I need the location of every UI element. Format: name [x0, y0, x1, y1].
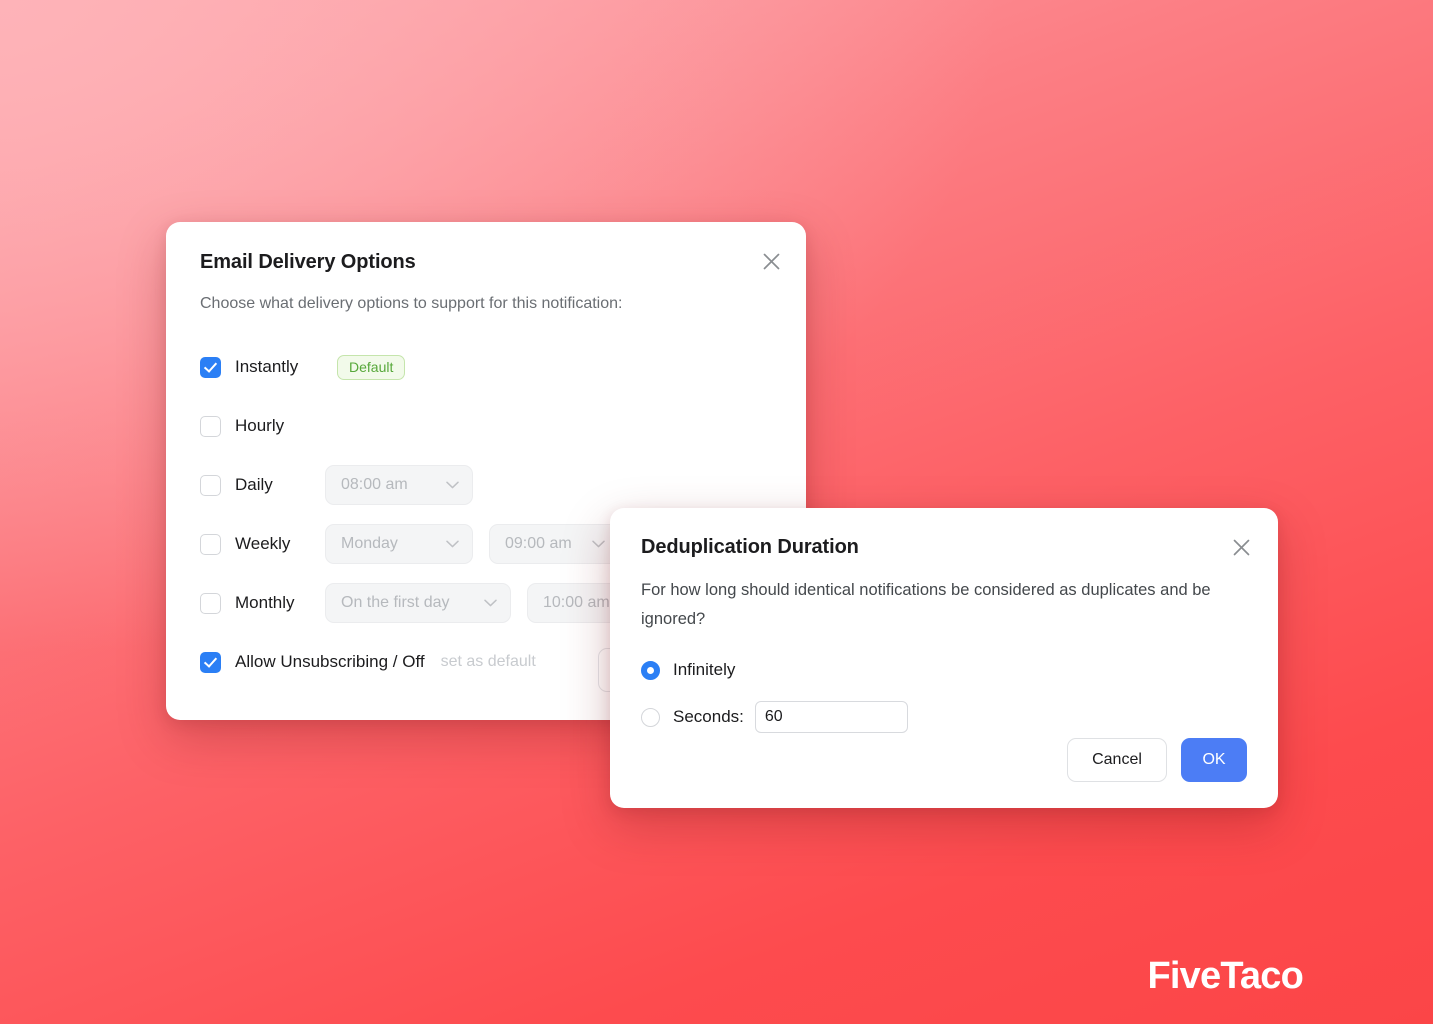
deduplication-duration-dialog: Deduplication Duration For how long shou…: [610, 508, 1278, 808]
dedup-radio-group: Infinitely Seconds:: [641, 653, 908, 747]
select-weekly-day[interactable]: Monday: [325, 524, 473, 564]
option-label-hourly: Hourly: [235, 416, 285, 435]
chevron-down-icon: [446, 535, 459, 553]
select-weekly-day-value: Monday: [341, 535, 398, 552]
dedup-dialog-actions: Cancel OK: [1067, 738, 1247, 782]
select-monthly-day[interactable]: On the first day: [325, 583, 511, 623]
fivetaco-watermark: FiveTaco: [1147, 955, 1303, 997]
cancel-button[interactable]: Cancel: [1067, 738, 1167, 782]
option-label-weekly: Weekly: [235, 534, 291, 553]
option-label-monthly: Monthly: [235, 593, 295, 612]
email-dialog-title: Email Delivery Options: [200, 251, 416, 273]
option-row-daily: Daily 08:00 am: [200, 463, 780, 507]
checkbox-monthly[interactable]: [200, 592, 221, 614]
radio-label-seconds: Seconds:: [673, 707, 744, 726]
option-label-daily: Daily: [235, 475, 273, 494]
status-badge-default: Default: [337, 354, 406, 380]
seconds-input[interactable]: [754, 701, 908, 733]
option-row-hourly: Hourly: [200, 404, 780, 448]
checkbox-hourly[interactable]: [200, 415, 221, 437]
select-monthly-day-value: On the first day: [341, 594, 450, 611]
chevron-down-icon: [592, 535, 605, 553]
close-icon[interactable]: [1226, 532, 1256, 562]
checkbox-daily[interactable]: [200, 474, 221, 496]
set-as-default-link[interactable]: set as default: [441, 653, 536, 671]
radio-infinitely[interactable]: [641, 660, 660, 680]
radio-row-seconds: Seconds:: [641, 700, 908, 734]
select-daily-time[interactable]: 08:00 am: [325, 465, 473, 505]
checkbox-weekly[interactable]: [200, 533, 221, 555]
select-monthly-time-value: 10:00 am: [543, 594, 610, 611]
select-weekly-time[interactable]: 09:00 am: [489, 524, 619, 564]
radio-label-infinitely: Infinitely: [673, 660, 736, 679]
checkbox-allow-unsubscribing[interactable]: [200, 651, 221, 673]
dedup-dialog-title: Deduplication Duration: [641, 536, 859, 558]
screen-background: Email Delivery Options Choose what deliv…: [0, 0, 1433, 1024]
radio-row-infinitely: Infinitely: [641, 653, 908, 687]
select-daily-time-value: 08:00 am: [341, 476, 408, 493]
dedup-dialog-subtitle: For how long should identical notificati…: [641, 581, 1211, 628]
chevron-down-icon: [446, 476, 459, 494]
chevron-down-icon: [484, 594, 497, 612]
email-dialog-subtitle: Choose what delivery options to support …: [200, 295, 623, 312]
option-label-allow-unsubscribing: Allow Unsubscribing / Off: [235, 652, 425, 671]
option-row-instantly: Instantly Default: [200, 345, 780, 389]
ok-button[interactable]: OK: [1181, 738, 1247, 782]
checkbox-instantly[interactable]: [200, 356, 221, 378]
close-icon[interactable]: [756, 246, 786, 276]
select-weekly-time-value: 09:00 am: [505, 535, 572, 552]
option-label-instantly: Instantly: [235, 357, 299, 376]
radio-seconds[interactable]: [641, 707, 660, 727]
